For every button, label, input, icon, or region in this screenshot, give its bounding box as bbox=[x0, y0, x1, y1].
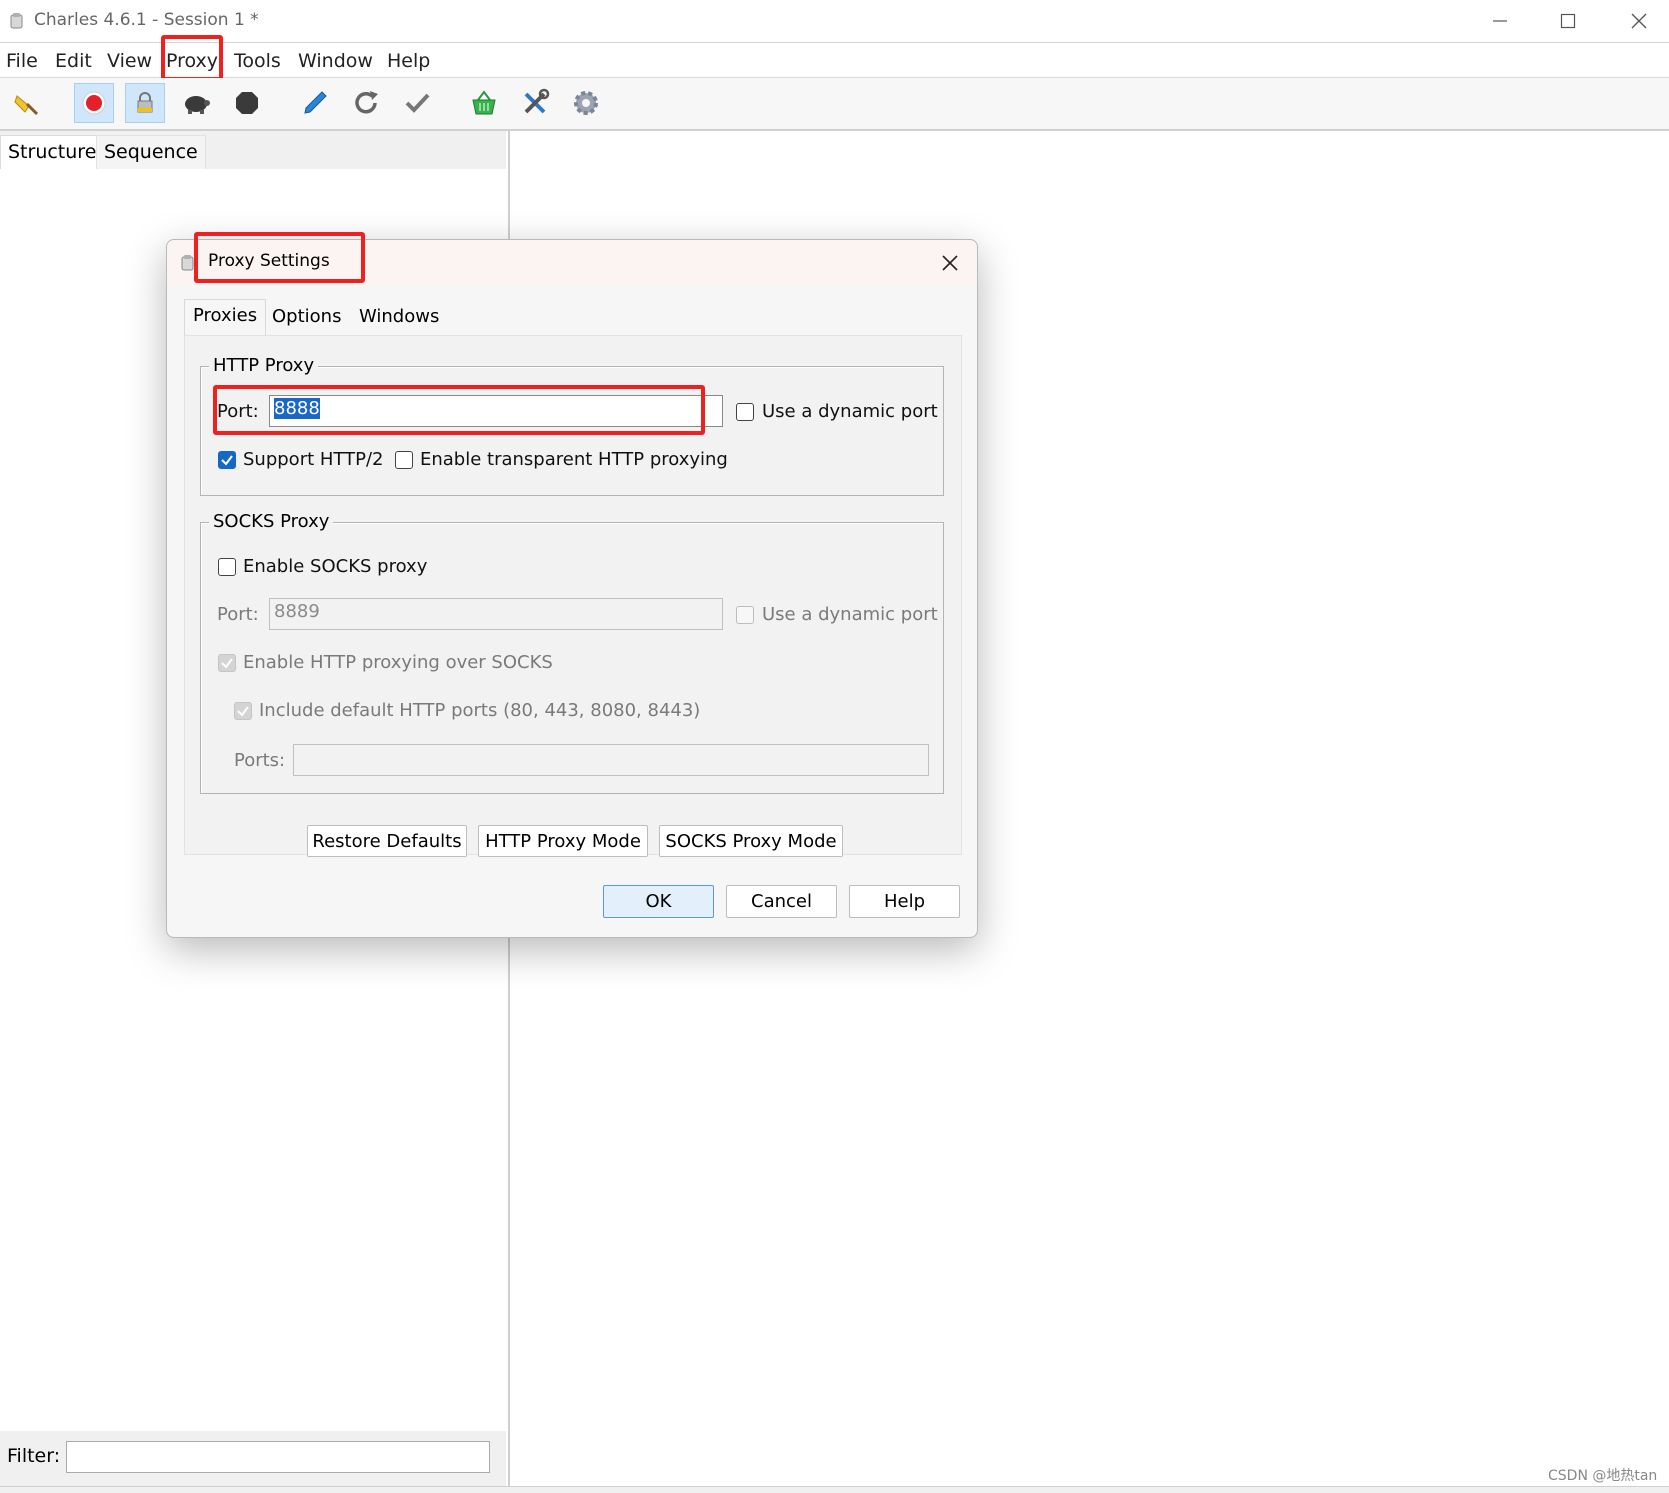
minimize-icon bbox=[1493, 20, 1507, 22]
filter-input[interactable] bbox=[66, 1441, 490, 1473]
restore-defaults-button[interactable]: Restore Defaults bbox=[307, 825, 467, 857]
proxy-settings-title-highlight bbox=[194, 232, 365, 283]
include-default-ports-label: Include default HTTP ports (80, 443, 808… bbox=[259, 700, 701, 721]
http-over-socks-checkbox[interactable] bbox=[218, 654, 236, 672]
socks-port-label: Port: bbox=[217, 604, 259, 625]
socks-dynamic-port-label: Use a dynamic port bbox=[762, 604, 938, 625]
check-icon bbox=[405, 93, 430, 113]
record-button[interactable] bbox=[74, 83, 114, 123]
cancel-button[interactable]: Cancel bbox=[726, 885, 837, 918]
menu-view[interactable]: View bbox=[107, 50, 152, 72]
repeat-button[interactable] bbox=[346, 83, 386, 123]
menu-bar: File Edit View Proxy Tools Window Help bbox=[0, 43, 1669, 78]
http-proxy-legend: HTTP Proxy bbox=[209, 355, 319, 376]
basket-icon bbox=[472, 90, 496, 115]
socks-ports-label: Ports: bbox=[234, 750, 286, 771]
turtle-icon bbox=[185, 96, 210, 114]
tab-windows[interactable]: Windows bbox=[351, 301, 447, 335]
include-default-ports-checkbox[interactable] bbox=[234, 702, 252, 720]
menu-window[interactable]: Window bbox=[298, 50, 373, 72]
record-icon bbox=[82, 91, 106, 115]
close-icon bbox=[1631, 13, 1647, 29]
transparent-proxying-label: Enable transparent HTTP proxying bbox=[420, 449, 728, 470]
socks-dynamic-port-checkbox[interactable] bbox=[736, 606, 754, 624]
charles-app-icon bbox=[181, 255, 194, 271]
validate-button[interactable] bbox=[397, 83, 437, 123]
port-field-highlight bbox=[213, 385, 705, 435]
maximize-button[interactable] bbox=[1540, 6, 1596, 36]
breakpoints-button[interactable] bbox=[227, 83, 267, 123]
charles-app-icon bbox=[10, 13, 23, 29]
http-dynamic-port-label: Use a dynamic port bbox=[762, 401, 938, 422]
checkmark-icon bbox=[221, 455, 233, 466]
menu-tools[interactable]: Tools bbox=[234, 50, 281, 72]
gear-icon bbox=[574, 91, 598, 115]
pen-icon bbox=[304, 91, 327, 114]
close-window-button[interactable] bbox=[1611, 6, 1667, 36]
throttle-button[interactable] bbox=[176, 83, 216, 123]
checkmark-icon bbox=[237, 706, 249, 717]
http-over-socks-label: Enable HTTP proxying over SOCKS bbox=[243, 652, 553, 673]
window-title: Charles 4.6.1 - Session 1 * bbox=[34, 10, 259, 30]
ok-button[interactable]: OK bbox=[603, 885, 714, 918]
http-dynamic-port-checkbox[interactable] bbox=[736, 403, 754, 421]
support-http2-label: Support HTTP/2 bbox=[243, 449, 384, 470]
socks-proxy-group: SOCKS Proxy Enable SOCKS proxy Port: 888… bbox=[200, 511, 944, 794]
enable-socks-checkbox[interactable] bbox=[218, 558, 236, 576]
socks-ports-input[interactable] bbox=[293, 744, 929, 776]
socks-proxy-mode-button[interactable]: SOCKS Proxy Mode bbox=[659, 825, 843, 857]
enable-socks-label: Enable SOCKS proxy bbox=[243, 556, 428, 577]
checkmark-icon bbox=[221, 658, 233, 669]
tab-sequence[interactable]: Sequence bbox=[96, 135, 206, 169]
tab-options[interactable]: Options bbox=[264, 301, 349, 335]
title-bar: Charles 4.6.1 - Session 1 * bbox=[0, 0, 1669, 43]
tools-button[interactable] bbox=[515, 83, 555, 123]
close-icon bbox=[942, 255, 958, 271]
clear-session-button[interactable] bbox=[6, 83, 46, 123]
filter-bar: Filter: bbox=[0, 1431, 506, 1486]
ssl-proxying-button[interactable] bbox=[125, 83, 165, 123]
proxy-settings-dialog: Proxy Settings Proxies Options Windows H… bbox=[166, 239, 978, 938]
socks-port-input[interactable]: 8889 bbox=[269, 598, 723, 630]
broom-icon bbox=[14, 95, 39, 116]
view-tabs: Structure Sequence bbox=[0, 131, 506, 169]
tab-structure[interactable]: Structure bbox=[0, 135, 105, 169]
ssl-lock-icon bbox=[137, 92, 153, 113]
menu-file[interactable]: File bbox=[6, 50, 38, 72]
maximize-icon bbox=[1560, 13, 1576, 29]
stop-icon bbox=[236, 92, 258, 114]
http-proxy-mode-button[interactable]: HTTP Proxy Mode bbox=[478, 825, 648, 857]
tab-proxies[interactable]: Proxies bbox=[184, 299, 267, 335]
filter-label: Filter: bbox=[7, 1445, 61, 1467]
minimize-button[interactable] bbox=[1472, 6, 1528, 36]
menu-help[interactable]: Help bbox=[387, 50, 430, 72]
compose-button[interactable] bbox=[295, 83, 335, 123]
transparent-proxying-checkbox[interactable] bbox=[395, 451, 413, 469]
support-http2-checkbox[interactable] bbox=[218, 451, 236, 469]
dialog-close-button[interactable] bbox=[937, 250, 963, 276]
proxies-panel: HTTP Proxy Port: 8888 Use a dynamic port… bbox=[184, 335, 962, 857]
socks-proxy-legend: SOCKS Proxy bbox=[209, 511, 334, 532]
help-button[interactable]: Help bbox=[849, 885, 960, 918]
settings-button[interactable] bbox=[566, 83, 606, 123]
tools-icon bbox=[524, 88, 550, 114]
proxy-menu-highlight bbox=[161, 35, 223, 81]
watermark-text: CSDN @地热tan bbox=[1548, 1468, 1658, 1484]
toolbar bbox=[0, 78, 1669, 131]
publish-gist-button[interactable] bbox=[464, 83, 504, 123]
menu-edit[interactable]: Edit bbox=[55, 50, 92, 72]
refresh-icon bbox=[355, 91, 378, 114]
